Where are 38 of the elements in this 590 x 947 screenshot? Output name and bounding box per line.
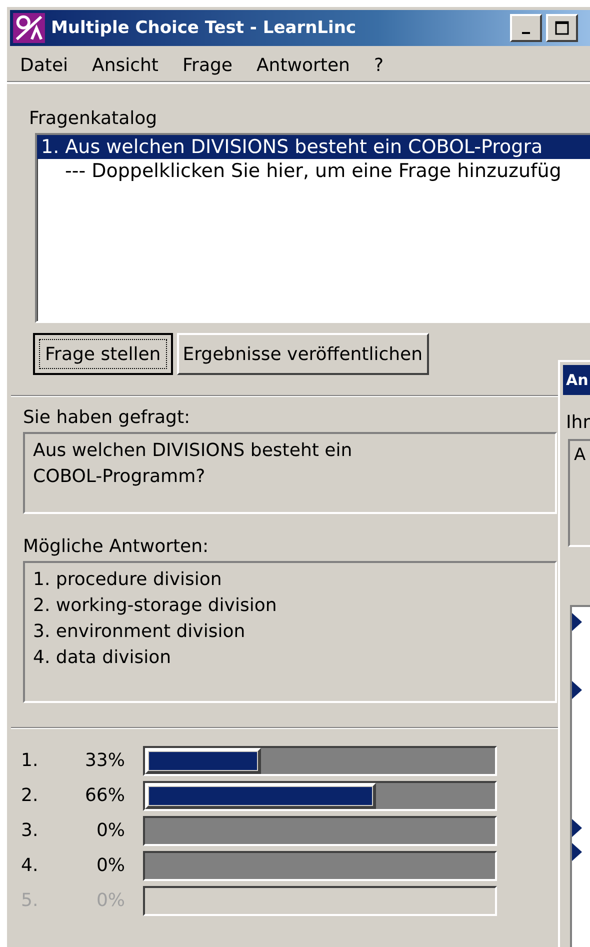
answer-number: 4. — [21, 855, 40, 876]
answer-text: 2. working-storage division — [33, 594, 278, 618]
window-title: Multiple Choice Test - LearnLinc — [51, 18, 358, 38]
action-button[interactable]: Ergebnisse veröffentlichen — [176, 333, 429, 375]
question-text: Aus welchen DIVISIONS besteht ein COBOL-Programm? — [23, 432, 557, 514]
percent-text: 0% — [95, 855, 125, 876]
answer-number: 2. — [21, 785, 40, 806]
answer-text: 4. data division — [33, 646, 172, 670]
menu-item[interactable]: Antworten — [256, 55, 350, 76]
answer-number: 3. — [21, 820, 40, 841]
section-label: Ihr — [566, 412, 590, 433]
app-logo-icon — [13, 13, 45, 43]
percent-text: 0% — [95, 820, 125, 841]
text-box: A — [568, 439, 590, 547]
menu-item[interactable]: Frage — [182, 55, 232, 76]
menu-item[interactable]: Datei — [20, 55, 68, 76]
section-label: Fragenkatalog — [29, 108, 158, 129]
percent-text: 33% — [84, 750, 125, 771]
answer-text: 3. environment division — [33, 620, 246, 644]
list-item[interactable]: --- Doppelklicken Sie hier, um eine Frage hinzuzufüg — [37, 159, 590, 183]
menu-item[interactable]: ? — [374, 55, 384, 76]
minimize-icon — [522, 32, 530, 34]
triangle-icon — [572, 681, 582, 699]
triangle-icon — [572, 613, 582, 631]
maximize-icon — [555, 21, 569, 35]
answer-text: 1. procedure division — [33, 568, 223, 592]
action-button[interactable]: Frage stellen — [33, 333, 173, 375]
list-item[interactable]: 1. Aus welchen DIVISIONS besteht ein COBOL-Progra — [37, 135, 590, 159]
percent-text: 66% — [84, 785, 125, 806]
section-label: Sie haben gefragt: — [23, 407, 190, 428]
window-title: An — [566, 371, 588, 389]
maximize-button[interactable] — [546, 14, 578, 42]
minimize-button[interactable] — [510, 14, 542, 42]
triangle-icon — [572, 819, 582, 837]
menu-item[interactable]: Ansicht — [92, 55, 158, 76]
section-label: Mögliche Antworten: — [23, 536, 209, 557]
answer-number: 1. — [21, 750, 40, 771]
triangle-icon — [572, 843, 582, 861]
